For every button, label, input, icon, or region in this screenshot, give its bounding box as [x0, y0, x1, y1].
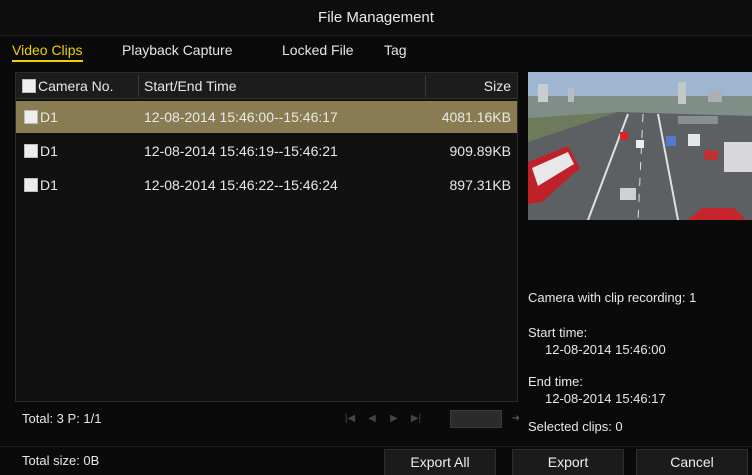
tab-bar: Video Clips Playback Capture Locked File…: [0, 36, 752, 64]
row-time: 12-08-2014 15:46:19--15:46:21: [144, 143, 338, 159]
table-row[interactable]: D1 12-08-2014 15:46:00--15:46:17 4081.16…: [16, 101, 517, 133]
prev-page-icon[interactable]: ◀: [362, 410, 382, 428]
window-title: File Management: [0, 0, 752, 36]
cancel-button[interactable]: Cancel: [636, 449, 748, 475]
end-time-label: End time:: [528, 374, 583, 389]
selected-clips-count: Selected clips: 0: [528, 419, 623, 434]
start-time-label: Start time:: [528, 325, 588, 340]
go-arrow-icon[interactable]: ➜: [506, 410, 526, 428]
clip-list: Camera No. Start/End Time Size D1 12-08-…: [15, 72, 518, 402]
header-size: Size: [483, 78, 511, 94]
video-preview: [528, 72, 752, 220]
header-camera-label: Camera No.: [38, 78, 114, 94]
page-number-input[interactable]: [450, 410, 502, 428]
export-button[interactable]: Export: [512, 449, 624, 475]
last-page-icon[interactable]: ▶|: [406, 410, 426, 428]
camera-label: D1: [40, 109, 58, 125]
tab-locked-file[interactable]: Locked File: [282, 40, 354, 60]
export-all-button[interactable]: Export All: [384, 449, 496, 475]
file-management-window: File Management Video Clips Playback Cap…: [0, 0, 752, 475]
row-checkbox[interactable]: [24, 144, 38, 159]
tab-tag[interactable]: Tag: [384, 40, 407, 60]
bottom-bar: Total size: 0B Export All Export Cancel: [0, 446, 752, 475]
start-time-value: 12-08-2014 15:46:00: [545, 342, 666, 357]
header-camera: Camera No.: [22, 73, 113, 99]
list-header: Camera No. Start/End Time Size: [16, 73, 517, 99]
first-page-icon[interactable]: |◀: [340, 410, 360, 428]
highway-thumbnail: [528, 72, 752, 220]
camera-recording-info: Camera with clip recording: 1: [528, 290, 697, 305]
row-time: 12-08-2014 15:46:00--15:46:17: [144, 109, 338, 125]
row-checkbox[interactable]: [24, 110, 38, 125]
column-divider: [138, 75, 139, 97]
end-time-value: 12-08-2014 15:46:17: [545, 391, 666, 406]
tab-playback-capture[interactable]: Playback Capture: [122, 40, 233, 60]
list-footer: Total: 3 P: 1/1 |◀ ◀ ▶ ▶| ➜: [15, 404, 520, 434]
row-camera: D1: [24, 135, 58, 167]
row-checkbox[interactable]: [24, 178, 38, 193]
select-all-checkbox[interactable]: [22, 79, 36, 94]
camera-label: D1: [40, 143, 58, 159]
next-page-icon[interactable]: ▶: [384, 410, 404, 428]
row-size: 909.89KB: [449, 143, 512, 159]
row-camera: D1: [24, 169, 58, 201]
row-size: 4081.16KB: [441, 109, 511, 125]
tab-video-clips[interactable]: Video Clips: [12, 40, 83, 62]
row-time: 12-08-2014 15:46:22--15:46:24: [144, 177, 338, 193]
total-count: Total: 3 P: 1/1: [22, 411, 102, 426]
camera-label: D1: [40, 177, 58, 193]
total-size: Total size: 0B: [22, 453, 100, 468]
row-camera: D1: [24, 101, 58, 133]
row-size: 897.31KB: [449, 177, 512, 193]
table-row[interactable]: D1 12-08-2014 15:46:22--15:46:24 897.31K…: [16, 169, 517, 201]
table-row[interactable]: D1 12-08-2014 15:46:19--15:46:21 909.89K…: [16, 135, 517, 167]
header-time: Start/End Time: [144, 78, 237, 94]
column-divider: [425, 75, 426, 97]
